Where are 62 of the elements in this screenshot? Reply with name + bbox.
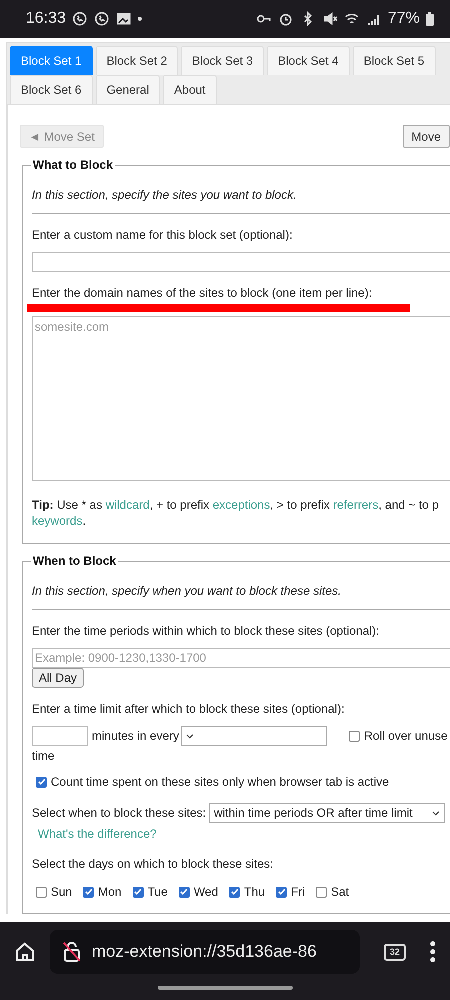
checkbox[interactable]: [36, 776, 47, 788]
day-option[interactable]: Sat: [316, 885, 350, 899]
field-label: Enter a time limit after which to block these sites (optional):: [32, 702, 346, 716]
tab[interactable]: General: [96, 75, 160, 104]
minutes-field[interactable]: [32, 726, 88, 746]
url-bar[interactable]: moz-extension://35d136ae-86: [50, 930, 360, 974]
move-set-button[interactable]: Move: [402, 125, 450, 148]
minutes-text: minutes in every: [92, 729, 180, 743]
menu-icon[interactable]: [430, 941, 436, 963]
caret-icon: [432, 810, 440, 816]
tip-text: Tip: Use * as wildcard, + to prefix exceptions, > to prefix referrers, and ~ to p keywords.: [32, 497, 440, 529]
day-option[interactable]: Fri: [276, 885, 306, 899]
battery-icon: [426, 12, 434, 26]
input-field[interactable]: Example: 0900-1230,1330-1700: [32, 648, 450, 668]
field-label: Enter a custom name for this block set (optional):: [32, 228, 294, 242]
field-label: Enter the time periods within which to block these sites (optional):: [32, 624, 381, 638]
image-icon: [116, 11, 132, 27]
all-day-button[interactable]: All Day: [32, 668, 84, 688]
checkbox[interactable]: [132, 886, 144, 898]
input-field[interactable]: [32, 252, 450, 272]
tab[interactable]: About: [163, 75, 217, 104]
rollover-text: time: [32, 749, 56, 763]
day-option[interactable]: Thu: [229, 885, 266, 899]
clock-time: 16:33: [26, 10, 66, 28]
tab[interactable]: Block Set 5: [352, 46, 436, 75]
checkbox[interactable]: [178, 886, 190, 898]
tab[interactable]: Block Set 1: [10, 46, 93, 75]
checkbox[interactable]: [83, 886, 94, 898]
phone-icon: [72, 11, 88, 27]
day-option[interactable]: Mon: [83, 885, 122, 899]
section-intro: In this section, specify when you want to block these sites.: [32, 584, 342, 598]
field-label: Select when to block these sites:: [32, 806, 206, 820]
section-title: What to Block: [32, 158, 114, 172]
mode-select[interactable]: within time periods OR after time limit: [209, 803, 446, 823]
checkbox[interactable]: [276, 886, 288, 898]
mute-icon: [322, 11, 338, 27]
tab[interactable]: Block Set 2: [96, 46, 178, 75]
day-option[interactable]: Tue: [132, 885, 168, 899]
checkbox[interactable]: [316, 886, 328, 898]
section-intro: In this section, specify the sites you want to block.: [32, 188, 298, 202]
url-text: moz-extension://35d136ae-86: [92, 942, 317, 962]
field-label: Enter the domain names of the sites to block (one item per line):: [32, 286, 374, 300]
battery-percent: 77%: [388, 10, 420, 28]
checkbox[interactable]: [36, 886, 47, 898]
day-option[interactable]: Wed: [178, 885, 218, 899]
tab[interactable]: Block Set 4: [267, 46, 350, 75]
count-active-option[interactable]: Count time spent on these sites only when browser tab is active: [36, 775, 450, 789]
section-title: When to Block: [32, 554, 118, 568]
caret-icon: [186, 734, 194, 738]
home-icon[interactable]: [14, 941, 36, 963]
rollover-option[interactable]: Roll over unuse: [349, 729, 448, 743]
checkbox[interactable]: [229, 886, 240, 898]
tab-count-button[interactable]: 32: [384, 944, 406, 960]
lock-slash-icon: [62, 941, 82, 963]
phone-icon: [94, 11, 110, 27]
tab[interactable]: Block Set 6: [10, 75, 93, 104]
domains-field[interactable]: somesite.com: [32, 316, 450, 481]
field-label: Select the days on which to block these sites:: [32, 857, 274, 871]
checkbox[interactable]: [349, 730, 360, 742]
day-option[interactable]: Sun: [36, 885, 72, 899]
tab[interactable]: Block Set 3: [181, 46, 264, 75]
dot-icon: [138, 17, 142, 21]
